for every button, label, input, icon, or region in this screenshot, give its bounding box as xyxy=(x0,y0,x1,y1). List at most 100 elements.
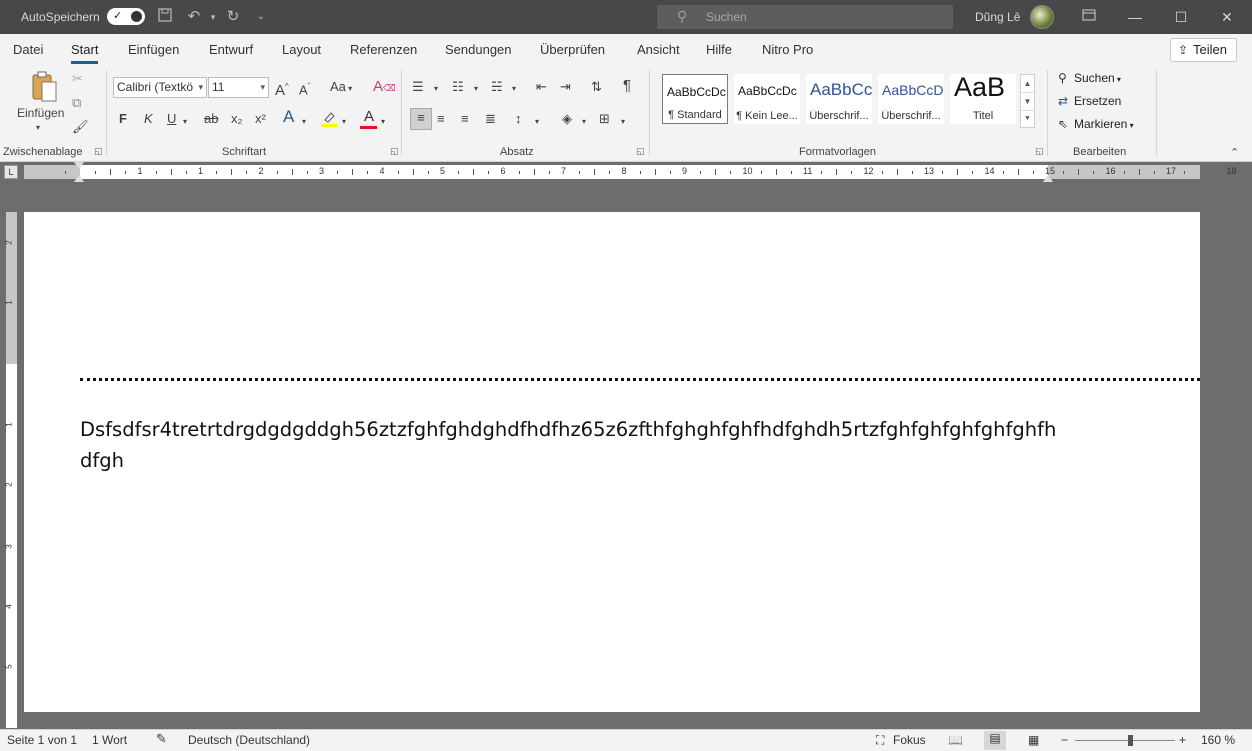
multilevel-list-icon[interactable]: ☵ xyxy=(491,78,503,96)
read-mode-icon[interactable]: 📖 xyxy=(948,733,963,747)
superscript-button[interactable]: x² xyxy=(255,110,266,128)
undo-dropdown-icon[interactable]: ▾ xyxy=(203,7,223,27)
select-button[interactable]: ⇖ Markieren ▾ xyxy=(1058,117,1134,131)
tab-selector[interactable]: L xyxy=(4,165,18,179)
chevron-down-icon[interactable]: ▼ xyxy=(1021,93,1034,111)
font-color-dropdown-icon[interactable]: ▾ xyxy=(381,113,385,131)
styles-gallery-scroll[interactable]: ▲ ▼ ⯆ xyxy=(1020,74,1035,128)
customize-toolbar-icon[interactable]: ⌄ xyxy=(251,7,271,27)
more-styles-icon[interactable]: ⯆ xyxy=(1021,111,1034,127)
paste-icon[interactable] xyxy=(26,70,60,106)
underline-dropdown-icon[interactable]: ▾ xyxy=(183,113,187,131)
clipboard-launcher-icon[interactable]: ◱ xyxy=(94,146,103,157)
share-button[interactable]: ⇪ Teilen xyxy=(1170,38,1237,62)
subscript-button[interactable]: x₂ xyxy=(231,110,243,128)
italic-button[interactable]: K xyxy=(144,110,153,128)
bullets-icon[interactable]: ☰ xyxy=(412,78,424,96)
undo-icon[interactable]: ↶ xyxy=(184,7,204,27)
borders-dropdown-icon[interactable]: ▾ xyxy=(621,113,625,131)
style-title[interactable]: AaB Titel xyxy=(950,72,1016,124)
maximize-button[interactable]: ☐ xyxy=(1158,0,1204,34)
multilevel-dropdown-icon[interactable]: ▾ xyxy=(512,80,516,98)
close-button[interactable]: ✕ xyxy=(1204,0,1250,34)
document-page[interactable]: Dsfsdfsr4tretrtdrgdgdgddgh56ztzfghfghdgh… xyxy=(24,212,1200,712)
minimize-button[interactable]: — xyxy=(1112,0,1158,34)
shading-icon[interactable]: ◈ xyxy=(562,110,572,128)
borders-icon[interactable]: ⊞ xyxy=(599,110,610,128)
text-effects-dropdown-icon[interactable]: ▾ xyxy=(302,113,306,131)
first-line-indent-marker[interactable] xyxy=(74,162,84,169)
autosave-toggle[interactable]: ✓ xyxy=(107,8,145,25)
highlight-dropdown-icon[interactable]: ▾ xyxy=(342,113,346,131)
proofing-icon[interactable]: ✎ xyxy=(156,731,167,747)
numbering-icon[interactable]: ☷ xyxy=(452,78,464,96)
save-icon[interactable] xyxy=(155,7,175,27)
ribbon-display-options-icon[interactable] xyxy=(1079,7,1099,27)
tab-einfuegen[interactable]: Einfügen xyxy=(128,42,179,57)
page-count[interactable]: Seite 1 von 1 xyxy=(7,733,77,747)
sort-icon[interactable]: ⇅ xyxy=(591,78,602,96)
redo-icon[interactable]: ↻ xyxy=(223,7,243,27)
focus-icon[interactable]: ⛶ xyxy=(876,733,884,748)
zoom-slider-thumb[interactable] xyxy=(1128,735,1133,746)
find-button[interactable]: ⚲ Suchen ▾ xyxy=(1058,71,1121,85)
text-effects-icon[interactable]: A xyxy=(283,108,294,126)
user-name[interactable]: Dũng Lê xyxy=(975,10,1020,24)
line-spacing-icon[interactable]: ↕ xyxy=(515,110,522,128)
copy-icon[interactable]: ⧉ xyxy=(72,94,81,112)
format-painter-icon[interactable]: 🖌 xyxy=(72,118,89,136)
zoom-level[interactable]: 160 % xyxy=(1201,733,1235,747)
highlight-icon[interactable] xyxy=(320,110,338,133)
tab-hilfe[interactable]: Hilfe xyxy=(706,42,732,57)
style-standard[interactable]: AaBbCcDc ¶ Standard xyxy=(662,74,728,124)
zoom-out-icon[interactable]: − xyxy=(1061,733,1068,747)
print-layout-icon[interactable]: ▤ xyxy=(984,731,1006,750)
numbering-dropdown-icon[interactable]: ▾ xyxy=(474,80,478,98)
font-launcher-icon[interactable]: ◱ xyxy=(390,146,399,157)
bold-button[interactable]: F xyxy=(119,110,127,128)
zoom-in-icon[interactable]: + xyxy=(1179,733,1186,747)
grow-font-icon[interactable]: A^ xyxy=(275,78,289,100)
paste-label[interactable]: Einfügen xyxy=(17,104,64,122)
zoom-slider[interactable] xyxy=(1075,740,1175,741)
ruler-strip[interactable]: 1 1 2 3 4 5 6 7 8 9 10 11 12 13 14 15 16 17 18 xyxy=(24,165,1237,179)
paragraph-launcher-icon[interactable]: ◱ xyxy=(636,146,645,157)
tab-referenzen[interactable]: Referenzen xyxy=(350,42,417,57)
word-count[interactable]: 1 Wort xyxy=(92,733,127,747)
style-heading-1[interactable]: AaBbCc Überschrif... xyxy=(806,74,872,124)
tab-entwurf[interactable]: Entwurf xyxy=(209,42,253,57)
tab-start[interactable]: Start xyxy=(71,42,99,64)
tab-ansicht[interactable]: Ansicht xyxy=(637,42,680,57)
strikethrough-button[interactable]: ab xyxy=(204,110,218,128)
style-no-spacing[interactable]: AaBbCcDc ¶ Kein Lee... xyxy=(734,74,800,124)
justify-icon[interactable]: ≣ xyxy=(485,110,496,128)
style-heading-2[interactable]: AaBbCcD Überschrif... xyxy=(878,74,944,124)
clear-formatting-icon[interactable]: A⌫ xyxy=(373,78,396,97)
hanging-indent-marker[interactable] xyxy=(74,175,84,182)
font-family-select[interactable]: Calibri (Textkö ▾ xyxy=(113,77,207,98)
align-right-icon[interactable]: ≡ xyxy=(461,110,469,128)
increase-indent-icon[interactable]: ⇥ xyxy=(560,78,571,96)
tab-datei[interactable]: Datei xyxy=(13,42,43,57)
language[interactable]: Deutsch (Deutschland) xyxy=(188,733,310,747)
web-layout-icon[interactable]: ▦ xyxy=(1028,733,1039,747)
tab-nitro-pro[interactable]: Nitro Pro xyxy=(762,42,813,57)
show-formatting-icon[interactable]: ¶ xyxy=(623,77,631,95)
tab-layout[interactable]: Layout xyxy=(282,42,321,57)
shading-dropdown-icon[interactable]: ▾ xyxy=(582,113,586,131)
right-indent-marker[interactable] xyxy=(1043,175,1053,182)
document-text[interactable]: Dsfsdfsr4tretrtdrgdgdgddgh56ztzfghfghdgh… xyxy=(80,414,1060,476)
chevron-up-icon[interactable]: ▲ xyxy=(1021,75,1034,93)
change-case-button[interactable]: Aa ▾ xyxy=(330,78,352,98)
cut-icon[interactable]: ✂ xyxy=(72,70,83,88)
paste-dropdown-icon[interactable]: ▾ xyxy=(36,119,40,137)
shrink-font-icon[interactable]: Aˇ xyxy=(299,78,310,99)
font-size-select[interactable]: 11 ▾ xyxy=(208,77,269,98)
underline-button[interactable]: U xyxy=(167,110,176,128)
line-spacing-dropdown-icon[interactable]: ▾ xyxy=(535,113,539,131)
decrease-indent-icon[interactable]: ⇤ xyxy=(536,78,547,96)
font-color-icon[interactable]: A xyxy=(360,108,378,129)
align-left-icon[interactable]: ≡ xyxy=(410,108,432,130)
styles-launcher-icon[interactable]: ◱ xyxy=(1035,146,1044,157)
align-center-icon[interactable]: ≡ xyxy=(437,110,445,128)
